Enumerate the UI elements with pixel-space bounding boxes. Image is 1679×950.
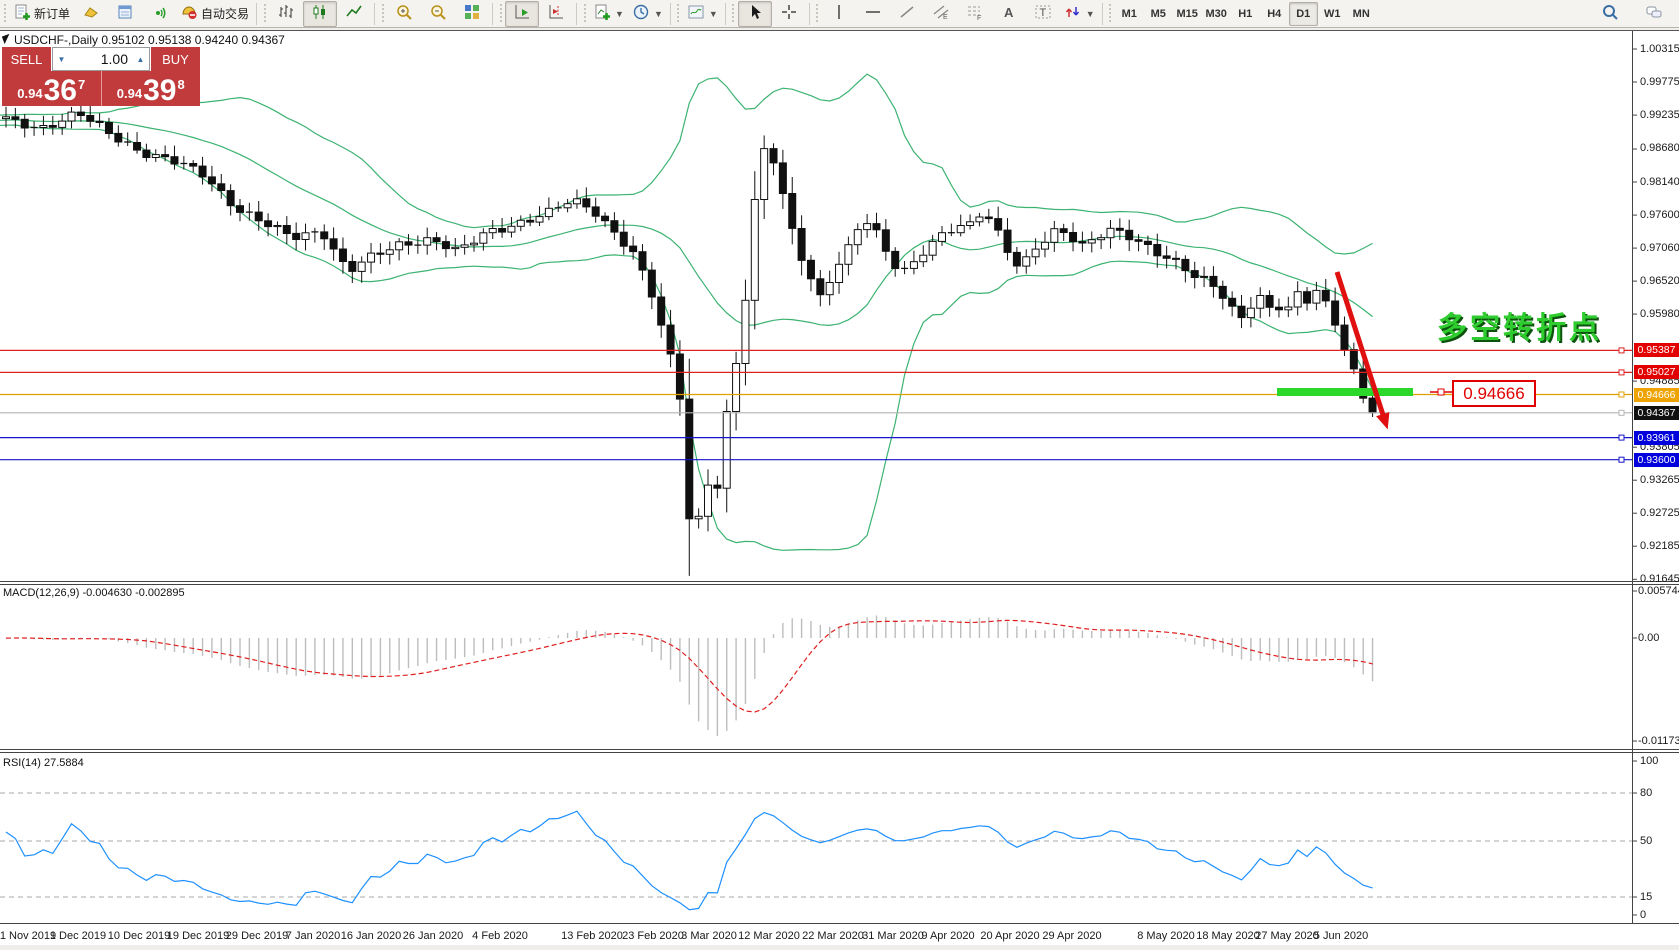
sell-price-base: 0.94	[17, 86, 42, 101]
volume-stepper[interactable]: ▼ 1.00 ▲	[52, 47, 150, 71]
sell-quote[interactable]: 0.94 36 7	[2, 71, 102, 106]
one-click-trading-panel: SELL ▼ 1.00 ▲ BUY 0.94 36 7 0.94 39 8	[2, 47, 200, 107]
volume-down-icon[interactable]: ▼	[53, 48, 70, 70]
sell-button[interactable]: SELL	[2, 47, 52, 71]
sell-price-pip: 7	[78, 77, 85, 92]
buy-quote[interactable]: 0.94 39 8	[102, 71, 201, 106]
volume-value[interactable]: 1.00	[70, 51, 132, 67]
sell-price-big: 36	[44, 78, 77, 104]
buy-price-pip: 8	[177, 77, 184, 92]
chart-canvas[interactable]	[0, 0, 1679, 950]
buy-price-big: 39	[143, 78, 176, 104]
buy-button[interactable]: BUY	[150, 47, 200, 71]
mt4-window: 新订单自动交易▼▼▼EFAT▼M1M5M15M30H1H4D1W1MN USDC…	[0, 0, 1679, 950]
volume-up-icon[interactable]: ▲	[132, 48, 149, 70]
buy-price-base: 0.94	[117, 86, 142, 101]
